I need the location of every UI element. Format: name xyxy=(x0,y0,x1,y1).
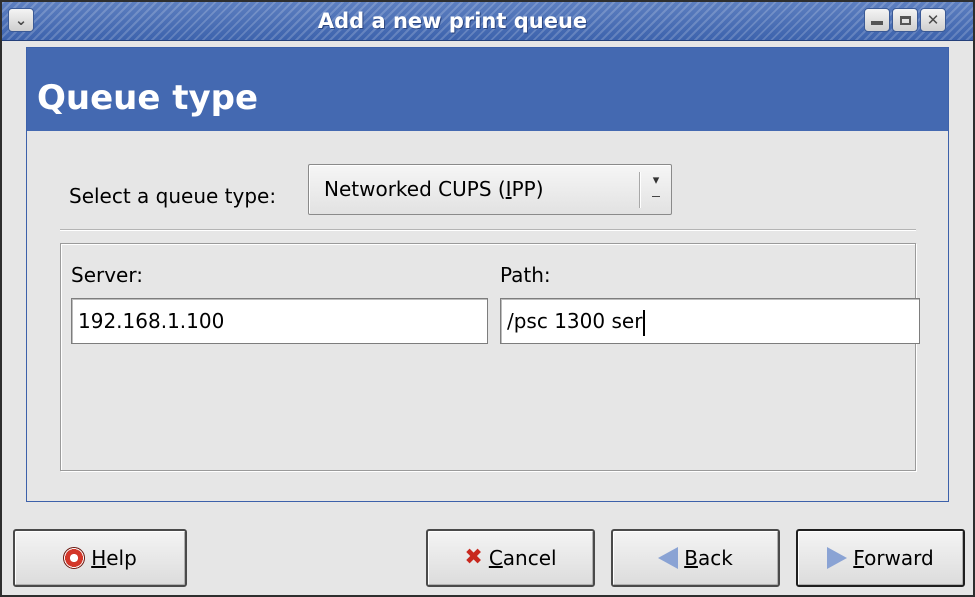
cancel-button-label: Cancel xyxy=(488,546,557,570)
close-button[interactable]: ✕ xyxy=(920,8,946,32)
druid-header: Queue type xyxy=(27,48,948,131)
queue-options-frame xyxy=(60,243,916,471)
path-input[interactable]: /psc 1300 ser xyxy=(500,298,920,344)
horizontal-separator xyxy=(60,229,916,231)
help-button-label: Help xyxy=(91,546,137,570)
window-menu-button[interactable]: ⌄ xyxy=(8,8,34,32)
maximize-button[interactable] xyxy=(892,8,918,32)
page-title: Queue type xyxy=(37,78,259,118)
help-button[interactable]: Help xyxy=(13,529,187,587)
left-arrow-icon xyxy=(658,547,679,569)
print-queue-window: ⌄ Add a new print queue ✕ Queue type Sel… xyxy=(0,0,975,597)
server-value: 192.168.1.100 xyxy=(78,309,225,333)
title-bar[interactable]: ⌄ Add a new print queue ✕ xyxy=(2,2,973,41)
minimize-button[interactable] xyxy=(864,8,890,32)
chevron-down-icon: ⌄ xyxy=(14,11,28,29)
cancel-button[interactable]: ✖ Cancel xyxy=(426,529,595,587)
forward-button[interactable]: Forward xyxy=(796,529,965,587)
server-input[interactable]: 192.168.1.100 xyxy=(71,298,488,344)
back-button-label: Back xyxy=(684,546,733,570)
maximize-icon xyxy=(899,15,911,25)
text-cursor xyxy=(643,309,646,336)
path-value: /psc 1300 ser xyxy=(507,309,643,333)
queue-type-label: Select a queue type: xyxy=(69,184,277,208)
back-button[interactable]: Back xyxy=(611,529,780,587)
close-icon: ✕ xyxy=(926,11,940,29)
x-icon: ✖ xyxy=(464,545,483,570)
combo-separator xyxy=(639,172,641,208)
forward-button-label: Forward xyxy=(853,546,934,570)
server-label: Server: xyxy=(71,263,143,287)
window-title: Add a new print queue xyxy=(317,9,588,33)
queue-type-selected: Networked CUPS (IPP) xyxy=(324,177,544,201)
druid-page: Queue type Select a queue type: Networke… xyxy=(26,47,949,502)
path-label: Path: xyxy=(500,263,551,287)
right-arrow-icon xyxy=(827,547,848,569)
lifebuoy-icon xyxy=(63,547,86,569)
dropdown-arrow-icon: ▾ xyxy=(646,173,666,197)
queue-type-dropdown[interactable]: Networked CUPS (IPP) ▾ xyxy=(308,164,672,215)
minimize-icon xyxy=(871,21,883,25)
